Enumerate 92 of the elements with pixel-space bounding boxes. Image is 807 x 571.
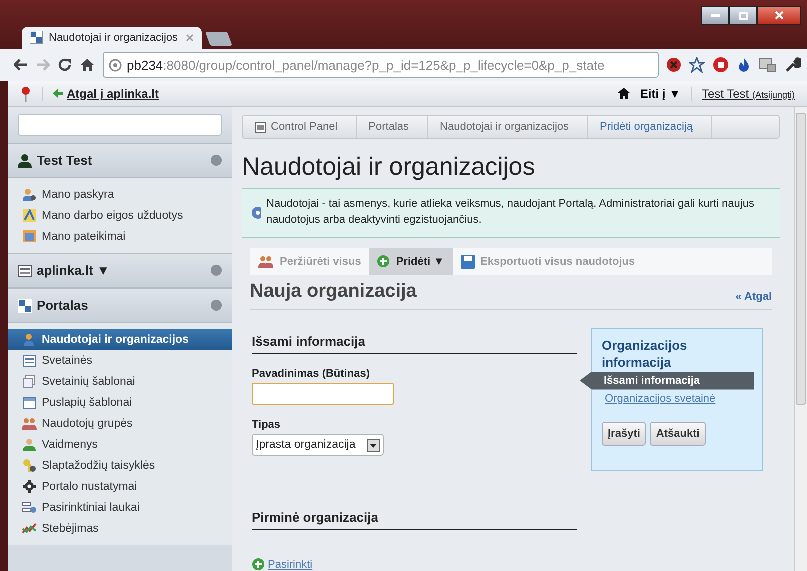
pages-icon <box>22 374 37 390</box>
section-header[interactable]: Test Test <box>8 143 232 178</box>
toggle-icon[interactable] <box>211 155 222 166</box>
layout-icon <box>22 395 37 410</box>
back-link[interactable]: « Atgal <box>736 291 772 303</box>
flame-icon[interactable] <box>737 57 751 73</box>
panel-nav-item[interactable]: Išsami informacija <box>580 372 754 390</box>
minimize-icon <box>710 14 720 17</box>
info-text: Naudotojai - tai asmenys, kurie atlieka veiksmus, naudojant Portalą. Administratoriai gali kurti naujus naudotojus arba deaktyvinti egzistuojančius. <box>266 197 756 228</box>
home-icon[interactable] <box>80 58 95 72</box>
sidebar-item[interactable]: Slaptažodžių taisyklės <box>8 455 232 476</box>
sidebar-item[interactable]: Mano darbo eigos užduotys <box>8 205 232 226</box>
grid-icon <box>30 31 43 44</box>
toolbar-button[interactable]: Pridėti ▼ <box>369 248 453 275</box>
form-heading: Nauja organizacija <box>250 281 417 303</box>
caret-icon <box>367 438 380 452</box>
person-icon <box>22 437 37 452</box>
toggle-icon[interactable] <box>211 300 222 312</box>
goto-menu[interactable]: Eiti į ▼ <box>640 86 681 101</box>
person-icon <box>18 154 32 168</box>
browser-tab[interactable]: Naudotojai ir organizacijos <box>22 26 202 49</box>
type-select[interactable]: Įprasta organizacija <box>252 434 384 456</box>
breadcrumb-item[interactable]: Pridėti organizaciją <box>588 116 712 138</box>
person-icon <box>22 332 37 348</box>
close-icon <box>774 11 784 20</box>
people-icon <box>22 416 37 432</box>
grid-icon <box>18 298 32 313</box>
sidebar-item[interactable]: Mano paskyra <box>8 184 232 206</box>
minimize-button[interactable] <box>701 6 729 25</box>
select-link[interactable]: Pasirinkti <box>268 558 313 570</box>
scrollbar[interactable] <box>794 107 807 571</box>
breadcrumb-item[interactable]: Naudotojai ir organizacijos <box>428 116 588 138</box>
sidebar-item[interactable]: Svetainės <box>8 350 232 372</box>
user-link[interactable]: Test Test (Atsijungti) <box>702 86 795 101</box>
page-icon <box>22 353 37 368</box>
toggle-icon[interactable] <box>211 265 222 276</box>
page-title: Naudotojai ir organizacijos <box>242 153 536 182</box>
form-button[interactable]: Atšaukti <box>650 422 706 446</box>
section-heading: Pirminė organizacija <box>252 496 577 530</box>
new-tab-button[interactable] <box>205 32 233 46</box>
pin-icon[interactable] <box>20 86 32 102</box>
input-field[interactable] <box>252 383 394 405</box>
search-field[interactable] <box>18 114 222 136</box>
sidebar-item[interactable]: Stebėjimas <box>8 518 232 540</box>
section-title: Test Test <box>37 153 94 168</box>
sidebar-item[interactable]: Portalo nustatymai <box>8 476 232 498</box>
plus-icon <box>377 255 390 268</box>
url-text: pb234:8080/group/control_panel/manage?p_p_id=125&p_p_lifecycle=0&p_p_state <box>127 58 605 72</box>
globe-icon <box>109 58 122 72</box>
sidebar-item[interactable]: Naudotojų grupės <box>8 413 232 434</box>
home-icon <box>618 88 630 100</box>
user-settings-icon <box>22 187 37 202</box>
section-header[interactable]: aplinka.lt ▼ <box>8 253 232 288</box>
page-icon <box>18 264 32 278</box>
section-title: Portalas <box>37 298 90 314</box>
sidebar-item[interactable]: Naudotojai ir organizacijos <box>8 329 232 350</box>
people-icon <box>258 254 274 269</box>
form-button[interactable]: Įrašyti <box>602 422 646 446</box>
section-heading: Išsami informacija <box>252 320 577 354</box>
field-label: Pavadinimas (Būtinas) <box>252 368 371 380</box>
sidebar-item[interactable]: Pasirinktiniai laukai <box>8 497 232 518</box>
section-title: aplinka.lt ▼ <box>37 263 111 278</box>
address-bar[interactable]: pb234:8080/group/control_panel/manage?p_p_id=125&p_p_lifecycle=0&p_p_state <box>103 52 659 78</box>
star-icon[interactable] <box>689 57 705 73</box>
back-icon[interactable] <box>14 59 28 71</box>
page-icon[interactable] <box>759 57 777 73</box>
maximize-button[interactable] <box>729 6 757 25</box>
breadcrumb-item[interactable]: Portalas <box>356 116 428 138</box>
form-icon <box>22 500 37 516</box>
stop-icon[interactable] <box>713 57 729 73</box>
key-icon <box>22 458 37 474</box>
panel-nav-item[interactable]: Organizacijos svetainė <box>592 390 762 408</box>
tab-title: Naudotojai ir organizacijos <box>49 32 180 44</box>
panel-icon <box>255 122 266 133</box>
blocked-icon[interactable] <box>667 58 681 72</box>
sidebar-item[interactable]: Puslapių šablonai <box>8 392 232 414</box>
maximize-icon <box>738 12 748 20</box>
section-header[interactable]: Portalas <box>8 288 232 324</box>
gear-icon <box>22 479 37 494</box>
sidebar-item[interactable]: Svetainių šablonai <box>8 371 232 392</box>
chart-icon <box>22 521 37 536</box>
reload-icon[interactable] <box>58 58 72 72</box>
arrow-left-icon <box>53 89 63 98</box>
sidebar-item[interactable]: Vaidmenys <box>8 434 232 456</box>
plus-icon <box>252 558 265 571</box>
floppy-icon <box>460 254 475 268</box>
field-label: Tipas <box>252 419 282 431</box>
close-button[interactable] <box>757 6 801 25</box>
panel-title: Organizacijos informacija <box>601 338 688 372</box>
sidebar-item[interactable]: Mano pateikimai <box>8 226 232 248</box>
breadcrumb-item[interactable]: Control Panel <box>243 116 357 138</box>
back-link[interactable]: Atgal į aplinka.lt <box>53 86 160 101</box>
